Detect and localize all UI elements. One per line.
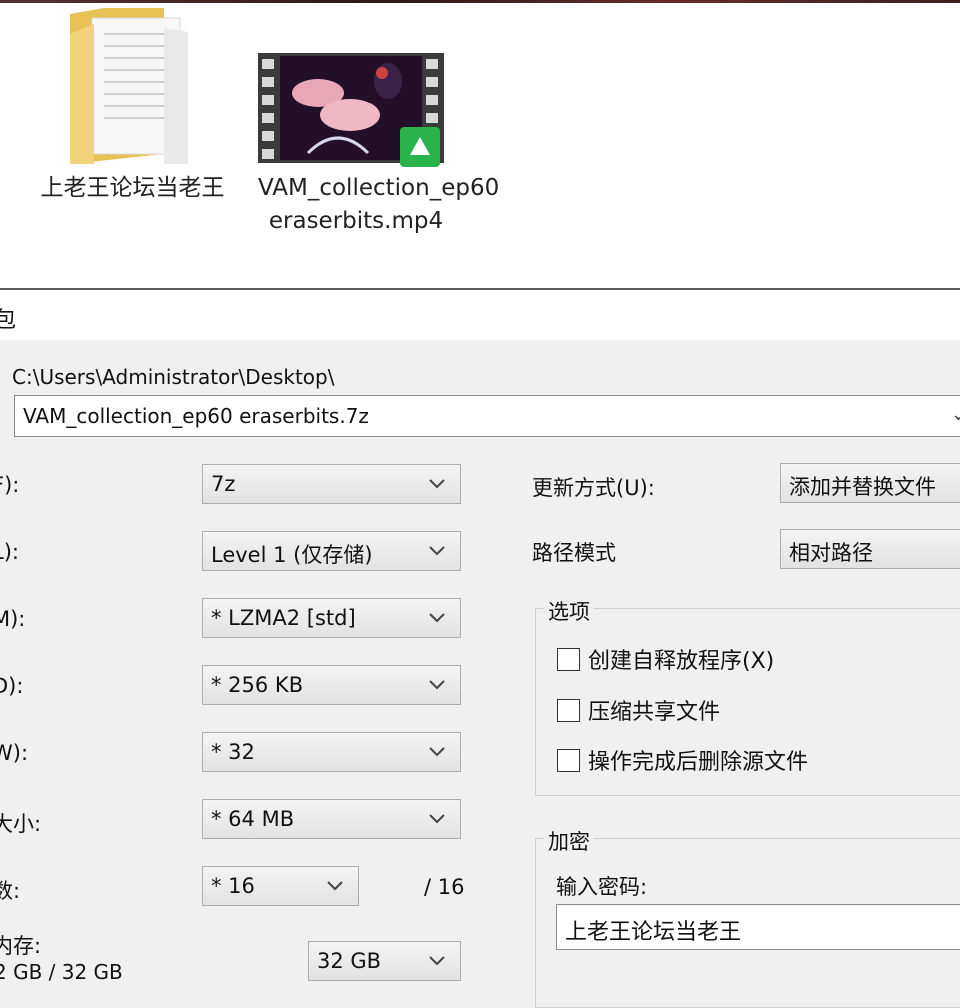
- dictionary-size-value: * 256 KB: [211, 673, 304, 697]
- checkbox[interactable]: [557, 699, 580, 722]
- chevron-down-icon: [428, 742, 446, 760]
- folder-icon[interactable]: [64, 4, 194, 169]
- archive-path-label: C:\Users\Administrator\Desktop\: [12, 365, 335, 389]
- path-mode-label: 路径模式: [532, 541, 616, 565]
- archive-name-combobox[interactable]: VAM_collection_ep60 eraserbits.7z ⌄: [14, 395, 960, 437]
- memory-usage-select[interactable]: 32 GB: [308, 941, 461, 981]
- combo-arrow-icon[interactable]: ⌄: [951, 404, 960, 425]
- thread-count-label: 数:: [0, 879, 21, 903]
- option-delete-after-label: 操作完成后删除源文件: [588, 750, 809, 775]
- archive-format-value: 7z: [211, 472, 236, 496]
- options-group-title: 选项: [544, 596, 594, 626]
- option-self-extracting[interactable]: 创建自释放程序(X): [557, 643, 774, 675]
- chevron-down-icon: [326, 876, 344, 894]
- archive-format-label: F):: [0, 473, 20, 497]
- password-label: 输入密码:: [556, 875, 648, 899]
- chevron-down-icon: [428, 951, 446, 969]
- solid-block-size-value: * 64 MB: [211, 807, 295, 831]
- compression-level-value: Level 1 (仅存储): [211, 543, 373, 567]
- dialog-titlebar: 包: [0, 288, 960, 340]
- video-file-label[interactable]: VAM_collection_ep60 eraserbits.mp4: [258, 172, 499, 238]
- video-thumbnail-icon[interactable]: [258, 53, 444, 167]
- solid-block-size-label: 大小:: [0, 812, 42, 836]
- update-mode-label: 更新方式(U):: [532, 476, 655, 500]
- compression-level-label: L):: [0, 540, 19, 564]
- compression-level-select[interactable]: Level 1 (仅存储): [202, 531, 461, 571]
- path-mode-value: 相对路径: [789, 541, 873, 565]
- memory-usage-label: 内存:: [0, 934, 42, 958]
- option-self-extracting-label: 创建自释放程序(X): [588, 649, 775, 674]
- checkbox[interactable]: [557, 749, 580, 772]
- thread-count-select[interactable]: * 16: [202, 866, 359, 906]
- archive-format-select[interactable]: 7z: [202, 464, 461, 504]
- compression-method-value: * LZMA2 [std]: [211, 606, 356, 630]
- option-compress-shared-label: 压缩共享文件: [588, 700, 721, 725]
- path-mode-select[interactable]: 相对路径: [780, 529, 960, 569]
- option-delete-after[interactable]: 操作完成后删除源文件: [557, 744, 808, 776]
- dialog-title: 包: [0, 308, 17, 333]
- memory-usage-info: 2 GB / 32 GB: [0, 960, 123, 984]
- chevron-down-icon: [428, 675, 446, 693]
- chevron-down-icon: [428, 809, 446, 827]
- chevron-down-icon: [428, 608, 446, 626]
- compression-method-select[interactable]: * LZMA2 [std]: [202, 598, 461, 638]
- dictionary-size-select[interactable]: * 256 KB: [202, 665, 461, 705]
- thread-count-value: * 16: [211, 874, 255, 898]
- compression-method-label: M):: [0, 607, 26, 631]
- desktop-area: 上老王论坛当老王 VAM_collection_ep60 eraserbits.…: [0, 0, 960, 288]
- word-size-label: W):: [0, 741, 29, 765]
- update-mode-value: 添加并替换文件: [789, 475, 936, 499]
- word-size-select[interactable]: * 32: [202, 732, 461, 772]
- option-compress-shared[interactable]: 压缩共享文件: [557, 694, 720, 726]
- update-mode-select[interactable]: 添加并替换文件: [780, 463, 960, 503]
- wallpaper-strip: [0, 0, 960, 3]
- folder-label[interactable]: 上老王论坛当老王: [40, 172, 225, 205]
- solid-block-size-select[interactable]: * 64 MB: [202, 799, 461, 839]
- chevron-down-icon: [428, 541, 446, 559]
- archive-name-value: VAM_collection_ep60 eraserbits.7z: [23, 404, 369, 428]
- checkbox[interactable]: [557, 648, 580, 671]
- password-value: 上老王论坛当老王: [565, 920, 742, 945]
- chevron-down-icon: [428, 474, 446, 492]
- word-size-value: * 32: [211, 740, 255, 764]
- encryption-group-title: 加密: [544, 826, 594, 856]
- memory-usage-value: 32 GB: [317, 949, 382, 973]
- dictionary-size-label: D):: [0, 674, 24, 698]
- thread-count-max: / 16: [424, 875, 465, 899]
- password-input[interactable]: 上老王论坛当老王: [556, 904, 960, 950]
